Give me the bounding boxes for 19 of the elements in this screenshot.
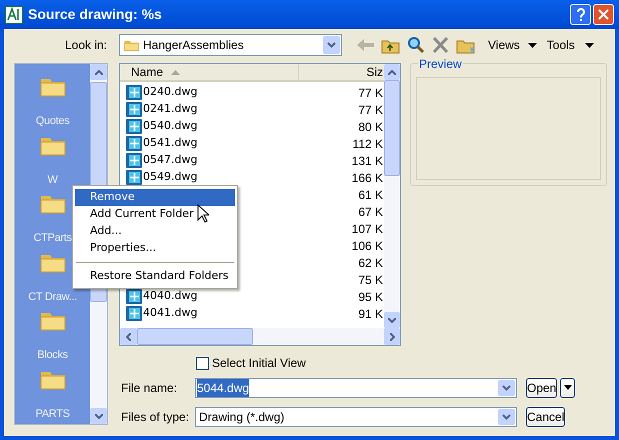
- field-label: Files of type:: [120, 408, 190, 426]
- preview-label: Preview: [418, 57, 463, 71]
- file-size: 131 K: [350, 152, 384, 170]
- field-label: File name:: [120, 380, 178, 396]
- file-size: 75 K: [357, 272, 384, 288]
- file-size: 77 K: [357, 102, 384, 118]
- file-size: 77 K: [357, 84, 384, 102]
- look-in-label: Look in:: [64, 37, 108, 54]
- window-title: Source drawing: %s: [28, 5, 162, 24]
- file-size: 95 K: [357, 288, 384, 306]
- file-size: 80 K: [357, 118, 384, 136]
- file-size: 61 K: [357, 186, 384, 204]
- file-size: 106 K: [350, 238, 384, 254]
- file-size: 62 K: [357, 254, 384, 272]
- file-size: 166 K: [350, 170, 384, 186]
- file-size: 112 K: [352, 136, 384, 152]
- file-size: 67 K: [357, 204, 384, 220]
- file-size: 107 K: [350, 220, 384, 238]
- file-size: 91 K: [357, 306, 384, 322]
